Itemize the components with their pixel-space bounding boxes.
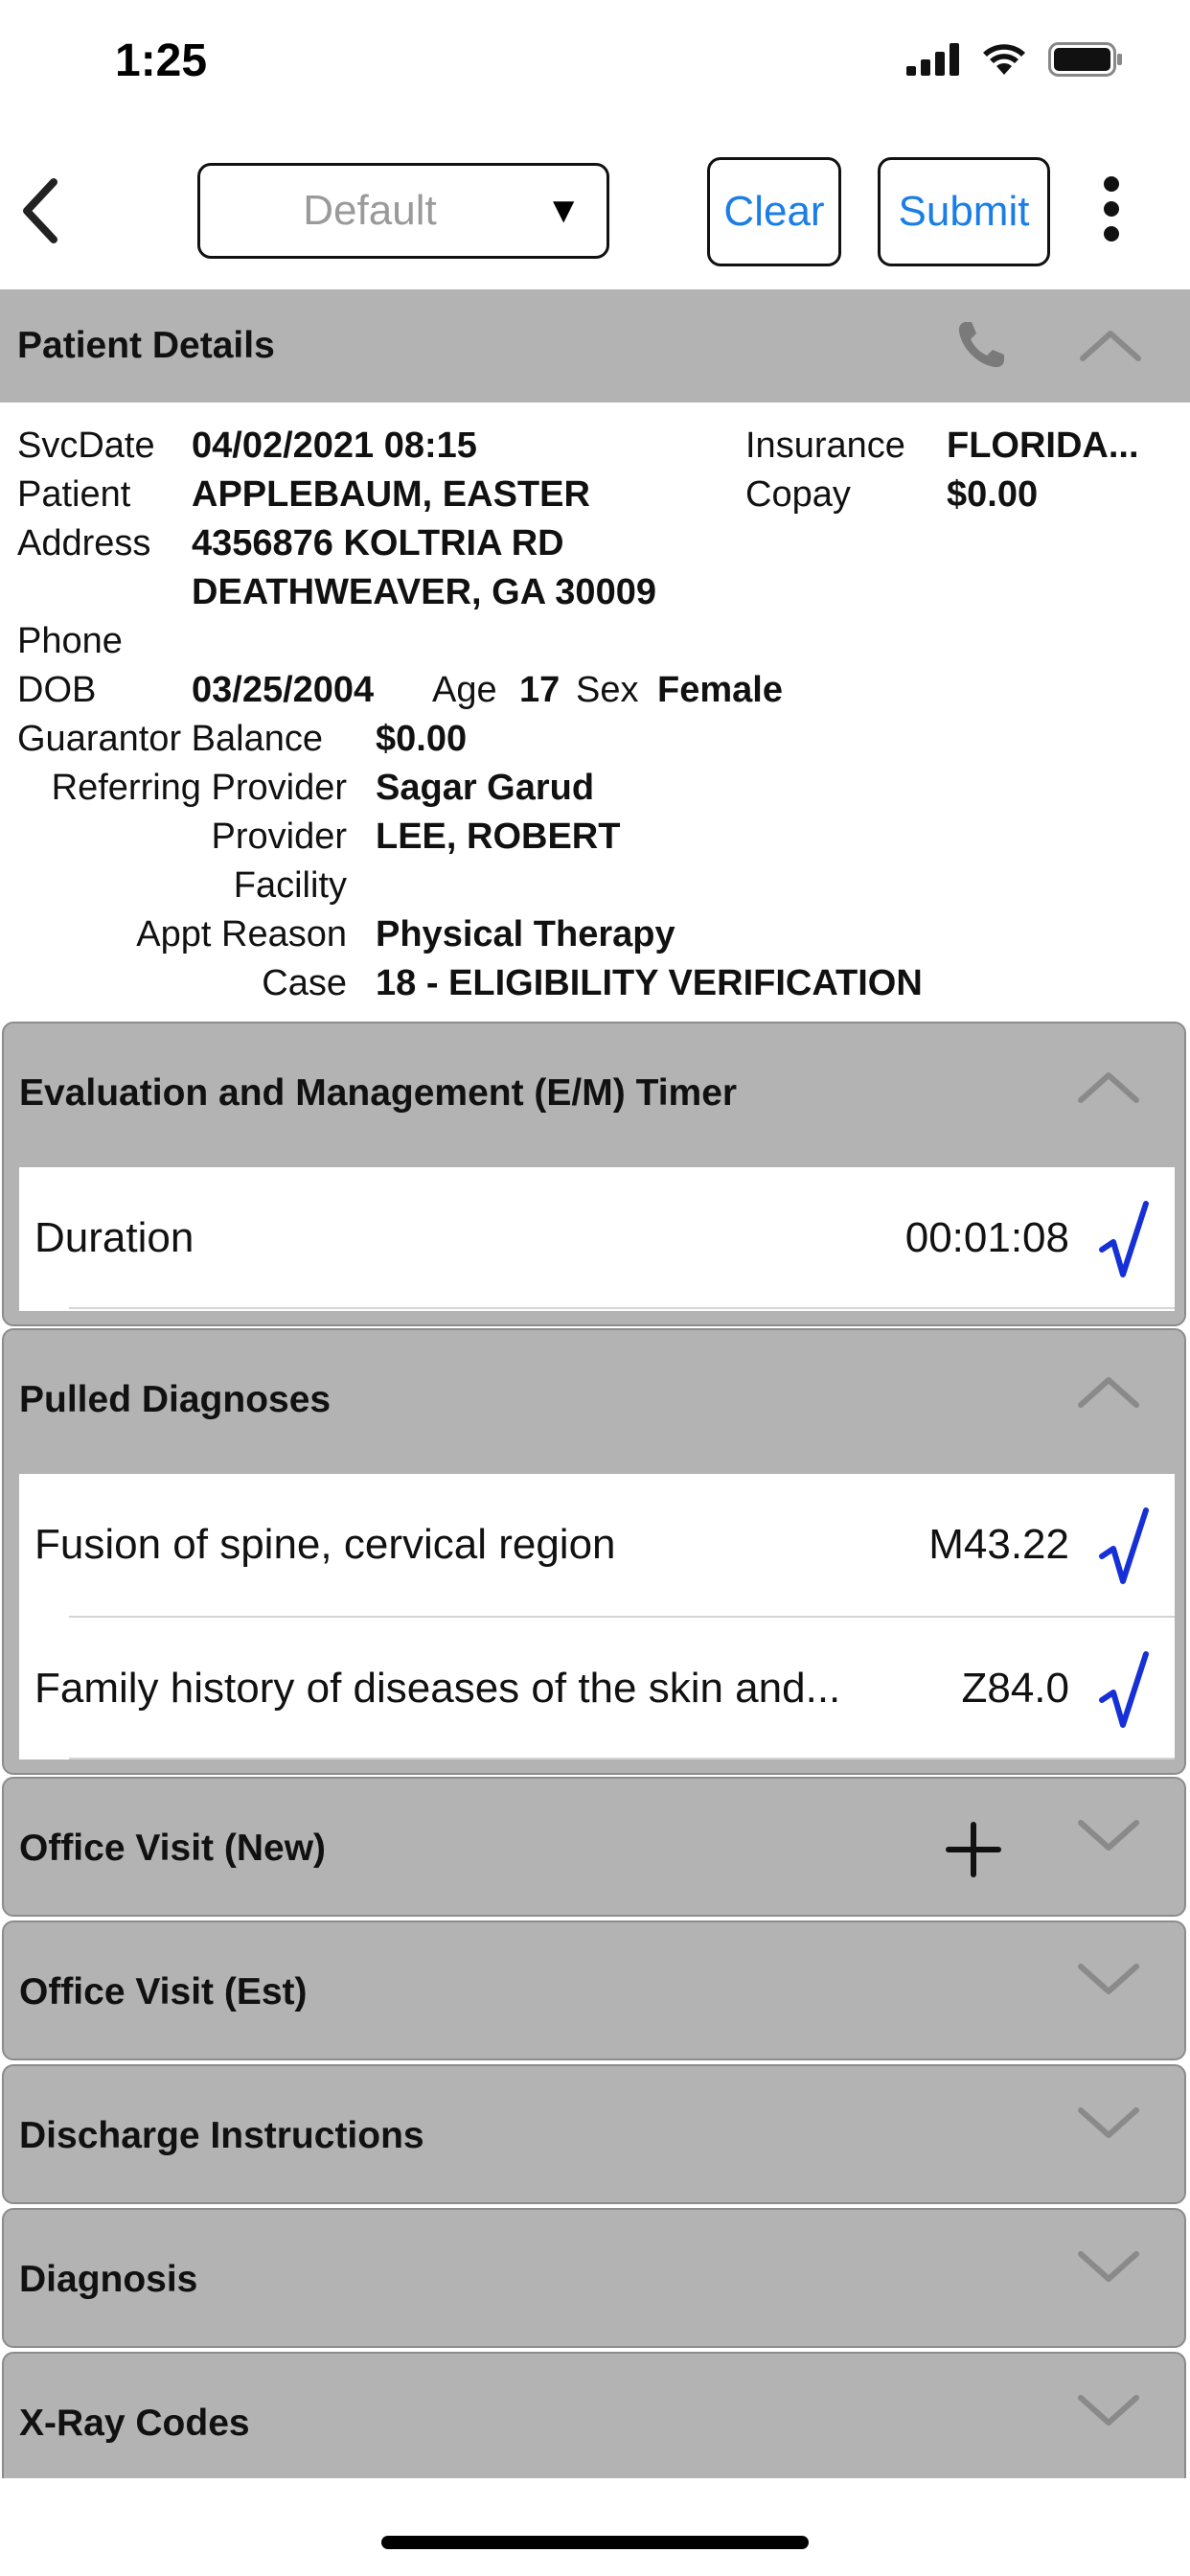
svc-date-value: 04/02/2021 08:15 — [192, 426, 477, 466]
address-line-2: DEATHWEAVER, GA 30009 — [192, 572, 656, 612]
em-timer-title[interactable]: Evaluation and Management (E/M) Timer — [19, 1024, 737, 1163]
chevron-down-icon[interactable] — [1075, 1817, 1142, 1855]
status-time: 1:25 — [115, 35, 208, 86]
chevron-down-icon[interactable] — [1075, 1961, 1142, 1999]
dropdown-arrow-icon: ▼ — [545, 191, 582, 231]
referring-provider-value: Sagar Garud — [376, 768, 595, 808]
diagnosis-label: Fusion of spine, cervical region — [34, 1521, 616, 1568]
chevron-left-icon — [23, 178, 57, 243]
duration-row[interactable]: Duration 00:01:08 — [19, 1167, 1175, 1309]
row-divider — [69, 1307, 1175, 1309]
address-label: Address — [17, 523, 151, 564]
pulled-diagnoses-title[interactable]: Pulled Diagnoses — [19, 1330, 331, 1470]
nav-bar: Default ▼ Clear Submit — [0, 144, 1190, 278]
duration-label: Duration — [34, 1214, 195, 1261]
clear-button[interactable]: Clear — [707, 157, 841, 266]
checkmark-icon[interactable] — [1098, 1200, 1150, 1280]
age-value: 17 — [519, 670, 561, 710]
template-dropdown-value: Default — [303, 187, 437, 234]
chevron-down-icon[interactable] — [1075, 2392, 1142, 2430]
patient-details-panel: SvcDate 04/02/2021 08:15 Insurance FLORI… — [0, 402, 1190, 1020]
guarantor-balance-label: Guarantor Balance — [17, 719, 323, 759]
diagnosis-title: Diagnosis — [19, 2259, 198, 2300]
phone-label: Phone — [17, 621, 123, 661]
discharge-instructions-title: Discharge Instructions — [19, 2115, 424, 2156]
patient-details-header[interactable]: Patient Details — [0, 289, 1190, 402]
checkmark-icon[interactable] — [1098, 1650, 1150, 1731]
dob-value: 03/25/2004 — [192, 670, 375, 710]
copay-label: Copay — [745, 474, 851, 515]
pulled-diagnoses-section: Pulled Diagnoses Fusion of spine, cervic… — [2, 1328, 1186, 1775]
diagnosis-code: M43.22 — [928, 1521, 1069, 1568]
case-label: Case — [262, 963, 347, 1003]
insurance-label: Insurance — [745, 426, 905, 466]
provider-label: Provider — [211, 816, 348, 857]
diagnosis-row[interactable]: Fusion of spine, cervical region M43.22 — [19, 1474, 1175, 1616]
template-dropdown[interactable]: Default ▼ — [197, 163, 609, 259]
sex-label: Sex — [576, 670, 639, 710]
appt-reason-value: Physical Therapy — [376, 914, 675, 954]
submit-button[interactable]: Submit — [878, 157, 1050, 266]
referring-provider-label: Referring Provider — [51, 768, 347, 808]
discharge-instructions-section[interactable]: Discharge Instructions — [2, 2064, 1186, 2204]
em-timer-card: Duration 00:01:08 — [19, 1167, 1175, 1311]
diagnosis-row[interactable]: Family history of diseases of the skin a… — [19, 1618, 1175, 1760]
wifi-icon — [983, 44, 1025, 75]
facility-label: Facility — [233, 865, 347, 906]
chevron-up-icon[interactable] — [1075, 1068, 1142, 1106]
chevron-down-icon[interactable] — [1075, 2248, 1142, 2287]
row-divider — [69, 1758, 1175, 1760]
diagnosis-code: Z84.0 — [961, 1665, 1069, 1712]
plus-icon[interactable] — [945, 1821, 1002, 1878]
pulled-diagnoses-list: Fusion of spine, cervical region M43.22 … — [19, 1474, 1175, 1760]
home-indicator — [381, 2536, 809, 2549]
x-ray-codes-title: X-Ray Codes — [19, 2403, 250, 2444]
checkmark-icon[interactable] — [1098, 1506, 1150, 1587]
patient-name: APPLEBAUM, EASTER — [192, 474, 590, 515]
dob-label: DOB — [17, 670, 97, 710]
cellular-signal-icon — [906, 43, 959, 76]
sex-value: Female — [657, 670, 783, 710]
office-visit-new-section[interactable]: Office Visit (New) — [2, 1777, 1186, 1917]
age-label: Age — [432, 670, 497, 710]
phone-icon[interactable] — [952, 316, 1010, 374]
patient-label: Patient — [17, 474, 131, 515]
duration-value: 00:01:08 — [904, 1214, 1069, 1261]
back-button[interactable] — [13, 172, 71, 249]
copay-value: $0.00 — [947, 474, 1039, 515]
status-bar: 1:25 — [0, 0, 1190, 134]
guarantor-balance-value: $0.00 — [376, 719, 468, 759]
battery-icon — [1048, 42, 1122, 77]
case-value: 18 - ELIGIBILITY VERIFICATION — [376, 963, 923, 1003]
insurance-value: FLORIDA... — [947, 426, 1139, 466]
office-visit-new-title: Office Visit (New) — [19, 1828, 327, 1869]
x-ray-codes-section[interactable]: X-Ray Codes — [2, 2352, 1186, 2478]
chevron-up-icon[interactable] — [1077, 326, 1144, 364]
em-timer-section: Evaluation and Management (E/M) Timer Du… — [2, 1022, 1186, 1326]
diagnosis-section[interactable]: Diagnosis — [2, 2208, 1186, 2348]
office-visit-est-title: Office Visit (Est) — [19, 1971, 308, 2012]
office-visit-est-section[interactable]: Office Visit (Est) — [2, 1920, 1186, 2060]
diagnosis-label: Family history of diseases of the skin a… — [34, 1665, 841, 1712]
address-line-1: 4356876 KOLTRIA RD — [192, 523, 564, 564]
patient-details-title: Patient Details — [17, 325, 275, 366]
appt-reason-label: Appt Reason — [136, 914, 347, 954]
status-icons — [906, 42, 1123, 77]
provider-value: LEE, ROBERT — [376, 816, 621, 857]
chevron-down-icon[interactable] — [1075, 2104, 1142, 2143]
chevron-up-icon[interactable] — [1075, 1372, 1142, 1411]
vertical-ellipsis-icon — [1104, 176, 1119, 192]
svc-date-label: SvcDate — [17, 426, 155, 466]
more-options-button[interactable] — [1092, 176, 1131, 249]
